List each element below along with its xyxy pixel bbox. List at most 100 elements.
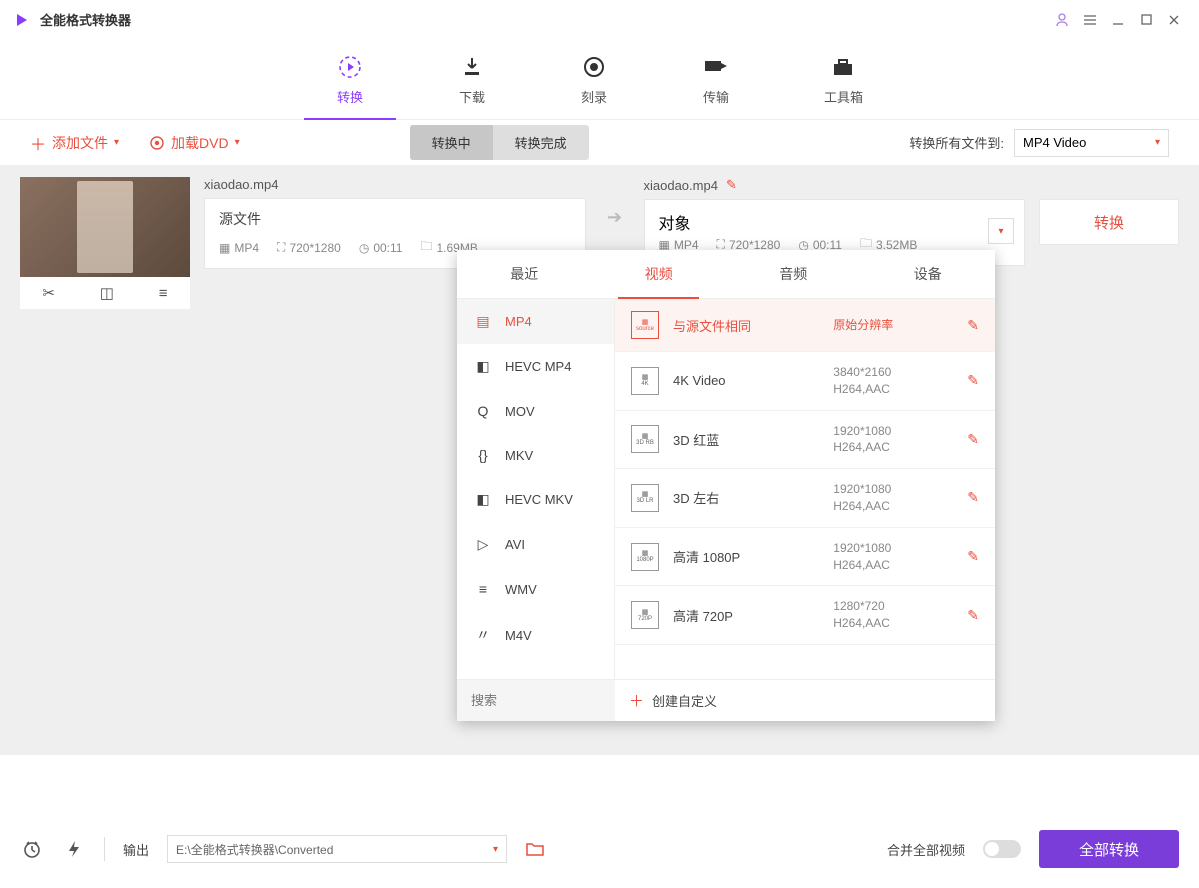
- preset-item[interactable]: ▦source与源文件相同原始分辨率✎: [615, 299, 995, 352]
- format-item-hevc-mp4[interactable]: ◧HEVC MP4: [457, 344, 614, 389]
- account-icon[interactable]: [1049, 7, 1075, 33]
- target-filename: xiaodao.mp4: [644, 178, 718, 193]
- app-title: 全能格式转换器: [40, 10, 131, 29]
- preset-edit-icon[interactable]: ✎: [967, 317, 979, 334]
- nav-download[interactable]: 下载: [446, 40, 498, 119]
- source-resolution: ⛶ 720*1280: [277, 240, 341, 255]
- preset-item[interactable]: ▦4K4K Video3840*2160H264,AAC✎: [615, 352, 995, 411]
- convert-all-button[interactable]: 全部转换: [1039, 830, 1179, 868]
- popup-tab-recent[interactable]: 最近: [457, 250, 592, 298]
- preset-item[interactable]: ▦720P高清 720P1280*720H264,AAC✎: [615, 586, 995, 645]
- preset-info: 1920*1080H264,AAC: [833, 540, 953, 574]
- video-thumbnail[interactable]: [20, 177, 190, 277]
- crop-icon[interactable]: ◫: [100, 284, 114, 302]
- tab-done[interactable]: 转换完成: [493, 125, 589, 160]
- global-format-select[interactable]: MP4 Video ▾: [1014, 129, 1169, 157]
- source-duration: ◷ 00:11: [359, 241, 403, 255]
- chevron-down-icon: ▾: [235, 137, 240, 148]
- status-tabs: 转换中 转换完成: [410, 125, 589, 160]
- preset-icon: ▦4K: [631, 367, 659, 395]
- convert-icon: [336, 53, 364, 81]
- format-item-mov[interactable]: QMOV: [457, 389, 614, 433]
- format-item-mkv[interactable]: {}MKV: [457, 433, 614, 477]
- format-list[interactable]: ▤MP4◧HEVC MP4QMOV{}MKV◧HEVC MKV▷AVI≡WMV〃…: [457, 299, 615, 679]
- create-custom-button[interactable]: ＋ 创建自定义: [615, 680, 995, 721]
- search-input[interactable]: [457, 680, 615, 721]
- load-dvd-label: 加载DVD: [171, 133, 229, 153]
- minimize-button[interactable]: [1105, 7, 1131, 33]
- plus-icon: ＋: [629, 690, 644, 711]
- load-dvd-button[interactable]: 加载DVD ▾: [149, 133, 240, 153]
- output-path-select[interactable]: E:\全能格式转换器\Converted ▾: [167, 835, 507, 863]
- nav-burn[interactable]: 刻录: [568, 40, 620, 119]
- output-path-value: E:\全能格式转换器\Converted: [176, 841, 333, 858]
- preset-info: 1920*1080H264,AAC: [833, 481, 953, 515]
- preset-name: 与源文件相同: [673, 316, 819, 335]
- preset-edit-icon[interactable]: ✎: [967, 372, 979, 389]
- gpu-icon[interactable]: [62, 837, 86, 861]
- titlebar: 全能格式转换器: [0, 0, 1199, 40]
- adjust-icon[interactable]: ≡: [159, 285, 168, 302]
- format-label: WMV: [505, 582, 537, 597]
- preset-item[interactable]: ▦3D RB3D 红蓝1920*1080H264,AAC✎: [615, 411, 995, 470]
- schedule-icon[interactable]: [20, 837, 44, 861]
- preset-icon: ▦720P: [631, 601, 659, 629]
- format-item-m4v[interactable]: 〃M4V: [457, 611, 614, 659]
- maximize-button[interactable]: [1133, 7, 1159, 33]
- preset-list[interactable]: ▦source与源文件相同原始分辨率✎▦4K4K Video3840*2160H…: [615, 299, 995, 679]
- nav-convert[interactable]: 转换: [324, 40, 376, 119]
- preset-icon: ▦3D LR: [631, 484, 659, 512]
- preset-name: 3D 左右: [673, 488, 819, 507]
- format-label: MP4: [505, 314, 532, 329]
- preset-edit-icon[interactable]: ✎: [967, 607, 979, 624]
- chevron-down-icon: ▾: [493, 844, 498, 855]
- preset-info: 1920*1080H264,AAC: [833, 423, 953, 457]
- rename-icon[interactable]: ✎: [726, 177, 737, 193]
- convert-button[interactable]: 转换: [1039, 199, 1179, 245]
- format-dropdown-trigger[interactable]: ▾: [988, 218, 1014, 244]
- format-icon: {}: [473, 447, 493, 463]
- menu-icon[interactable]: [1077, 7, 1103, 33]
- content-area: ✂ ◫ ≡ xiaodao.mp4 源文件 ▦ MP4 ⛶ 720*1280 ◷…: [0, 165, 1199, 755]
- format-icon: 〃: [473, 625, 493, 645]
- nav-label: 工具箱: [824, 87, 863, 106]
- preset-info: 原始分辨率: [833, 317, 953, 334]
- format-item-mp4[interactable]: ▤ MP4: [457, 299, 614, 344]
- trim-icon[interactable]: ✂: [42, 284, 55, 302]
- format-select-value: MP4 Video: [1023, 135, 1086, 150]
- nav-toolbox[interactable]: 工具箱: [812, 40, 875, 119]
- format-label: MOV: [505, 404, 535, 419]
- source-label: 源文件: [219, 209, 571, 229]
- open-folder-button[interactable]: [525, 841, 545, 857]
- format-label: HEVC MKV: [505, 492, 573, 507]
- add-file-button[interactable]: ＋ 添加文件 ▾: [30, 131, 119, 155]
- nav-transfer[interactable]: 传输: [690, 40, 742, 119]
- popup-tab-video[interactable]: 视频: [592, 250, 727, 298]
- nav-label: 下载: [459, 87, 485, 106]
- format-icon: ▤: [473, 313, 493, 330]
- nav-label: 刻录: [581, 87, 607, 106]
- preset-edit-icon[interactable]: ✎: [967, 431, 979, 448]
- popup-tab-audio[interactable]: 音频: [726, 250, 861, 298]
- close-button[interactable]: [1161, 7, 1187, 33]
- nav-label: 传输: [703, 87, 729, 106]
- create-custom-label: 创建自定义: [652, 691, 717, 710]
- preset-item[interactable]: ▦3D LR 3D 左右 1920*1080H264,AAC ✎: [615, 469, 995, 528]
- format-icon: ◧: [473, 491, 493, 508]
- preset-item[interactable]: ▦1080P高清 1080P1920*1080H264,AAC✎: [615, 528, 995, 587]
- preset-edit-icon[interactable]: ✎: [967, 489, 979, 506]
- tab-converting[interactable]: 转换中: [410, 125, 493, 160]
- format-item-hevc-mkv[interactable]: ◧ HEVC MKV: [457, 477, 614, 522]
- preset-icon: ▦3D RB: [631, 425, 659, 453]
- app-logo-icon: [12, 10, 32, 30]
- burn-icon: [580, 53, 608, 81]
- chevron-down-icon: ▾: [1155, 137, 1160, 148]
- disc-icon: [149, 135, 165, 151]
- popup-tab-device[interactable]: 设备: [861, 250, 996, 298]
- target-label: 对象: [659, 210, 1011, 234]
- preset-edit-icon[interactable]: ✎: [967, 548, 979, 565]
- format-item-avi[interactable]: ▷AVI: [457, 522, 614, 567]
- format-item-wmv[interactable]: ≡WMV: [457, 567, 614, 611]
- preset-name: 高清 1080P: [673, 547, 819, 566]
- merge-toggle[interactable]: [983, 840, 1021, 858]
